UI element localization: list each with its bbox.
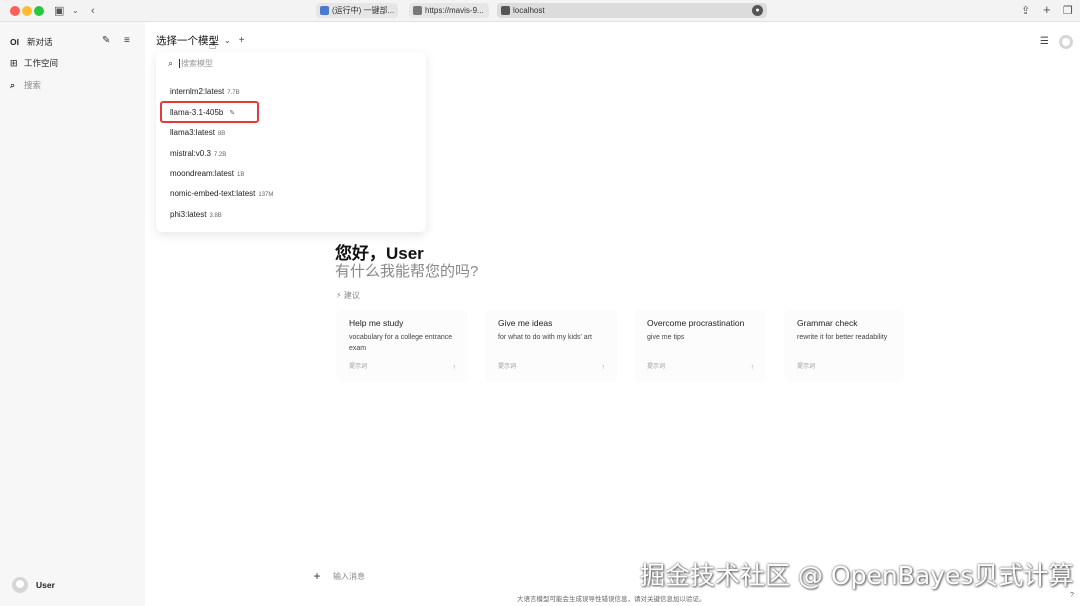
- model-option-name: internlm2:latest: [170, 87, 225, 96]
- user-name: User: [36, 580, 55, 590]
- model-option-size: 3.8B: [209, 213, 222, 219]
- back-arrow-icon[interactable]: ‹: [91, 3, 95, 19]
- tab-favicon-icon: [320, 6, 329, 15]
- avatar[interactable]: [1059, 35, 1073, 49]
- help-button[interactable]: ?: [1070, 592, 1074, 599]
- suggestion-desc: give me tips: [647, 334, 685, 341]
- tab-label: https://mavis-9...: [425, 6, 484, 15]
- watermark-text: 掘金技术社区 @ OpenBayes贝式计算: [640, 561, 1074, 590]
- chevron-down-icon: ⌄: [224, 36, 231, 45]
- model-option-size: 1B: [237, 172, 245, 178]
- tab-overview-icon[interactable]: ❐: [1063, 3, 1073, 19]
- grid-icon: ⊞: [10, 57, 18, 68]
- model-option-size: 7.2B: [213, 152, 227, 158]
- model-option-size: 8B: [217, 131, 226, 137]
- suggestion-title: Overcome procrastination: [647, 318, 745, 328]
- hand-cursor-icon: ☝: [209, 38, 217, 52]
- browser-tab[interactable]: (运行中) 一键部...: [316, 3, 398, 18]
- suggestion-footer: 提示词: [498, 364, 517, 370]
- tab-favicon-icon: [413, 6, 422, 15]
- arrow-up-icon: ↑: [750, 364, 755, 371]
- sidebar-item-label: 搜索: [24, 80, 42, 90]
- menu-icon[interactable]: ≡: [124, 35, 130, 46]
- model-option[interactable]: phi3:latest 3.8B: [170, 210, 222, 219]
- disclaimer-text: 大语言模型可能会生成误导性错误信息，请对关键信息加以验证。: [517, 596, 706, 603]
- arrow-up-icon: ↑: [601, 364, 606, 371]
- sidebar-item-workspace[interactable]: ⊞ 工作空间: [10, 55, 58, 71]
- suggestion-desc: rewrite it for better readability: [797, 334, 888, 341]
- arrow-up-icon: ↑: [452, 364, 457, 371]
- suggestion-title: Help me study: [349, 318, 404, 328]
- chevron-down-icon[interactable]: ⌄: [72, 3, 79, 19]
- search-icon: ⌕: [10, 79, 16, 90]
- model-option[interactable]: mistral:v0.3 7.2B: [170, 149, 226, 158]
- add-model-icon[interactable]: +: [239, 35, 245, 46]
- attach-plus-icon[interactable]: +: [306, 569, 328, 583]
- model-option-name: llama3:latest: [170, 128, 215, 137]
- browser-tab-active[interactable]: localhost ●: [497, 3, 767, 18]
- compose-icon[interactable]: ✎: [102, 35, 110, 46]
- tab-favicon-icon: [501, 6, 510, 15]
- share-icon[interactable]: ⇪: [1021, 3, 1030, 19]
- new-tab-icon[interactable]: +: [1043, 2, 1051, 18]
- model-option-size: 7.7B: [227, 90, 240, 96]
- sparkle-icon: ⚡: [336, 291, 342, 300]
- suggestion-footer: 提示词: [647, 364, 666, 370]
- sidebar-item-label: 工作空间: [24, 58, 59, 68]
- user-menu[interactable]: User: [12, 577, 55, 593]
- suggestion-footer: 提示词: [797, 364, 816, 370]
- suggestion-title: Grammar check: [797, 318, 858, 328]
- sidebar-item-search[interactable]: ⌕ 搜索: [10, 77, 41, 93]
- suggestion-desc: for what to do with my kids' art: [498, 334, 592, 341]
- new-chat-button[interactable]: OI 新对话: [10, 34, 53, 50]
- app-logo: OI: [10, 37, 19, 47]
- tab-label: (运行中) 一键部...: [332, 6, 395, 15]
- text-caret: [179, 59, 181, 68]
- browser-tab[interactable]: https://mavis-9...: [409, 3, 489, 18]
- site-settings-icon[interactable]: ●: [752, 5, 763, 16]
- suggestion-card[interactable]: Give me ideas for what to do with my kid…: [485, 310, 617, 382]
- model-option-name: phi3:latest: [170, 210, 207, 219]
- close-window-button[interactable]: [10, 6, 20, 16]
- suggestion-card[interactable]: Overcome procrastination give me tips 提示…: [634, 310, 766, 382]
- suggestions-label: ⚡ 建议: [336, 291, 360, 300]
- model-search-placeholder: 搜索模型: [181, 59, 214, 68]
- model-search[interactable]: ⌕ 搜索模型: [168, 58, 213, 69]
- greeting-subtitle: 有什么我能帮您的吗?: [335, 263, 479, 280]
- suggestion-desc: vocabulary for a college entrance exam: [349, 334, 453, 352]
- suggestion-card[interactable]: Grammar check rewrite it for better read…: [784, 310, 904, 382]
- browser-toolbar: ▣ ⌄ ‹ (运行中) 一键部... https://mavis-9... lo…: [0, 0, 1080, 22]
- search-icon: ⌕: [168, 58, 174, 68]
- suggestion-footer: 提示词: [349, 364, 368, 370]
- model-option-size: 137M: [258, 192, 274, 198]
- model-option[interactable]: llama3:latest 8B: [170, 128, 225, 137]
- minimize-window-button[interactable]: [22, 6, 32, 16]
- tab-label: localhost: [513, 6, 545, 15]
- avatar: [12, 577, 28, 593]
- model-option[interactable]: moondream:latest 1B: [170, 169, 244, 178]
- zoom-window-button[interactable]: [34, 6, 44, 16]
- model-dropdown: ⌕ 搜索模型 internlm2:latest 7.7B llama-3.1-40…: [156, 52, 426, 232]
- suggestion-card[interactable]: Help me study vocabulary for a college e…: [336, 310, 468, 382]
- model-option-name: moondream:latest: [170, 169, 235, 178]
- new-chat-label: 新对话: [26, 37, 53, 47]
- model-option[interactable]: nomic-embed-text:latest 137M: [170, 189, 273, 198]
- model-selector[interactable]: 选择一个模型 ⌄ +: [156, 33, 245, 48]
- model-option[interactable]: internlm2:latest 7.7B: [170, 87, 240, 96]
- suggestion-title: Give me ideas: [498, 318, 553, 328]
- model-option-name: nomic-embed-text:latest: [170, 189, 256, 198]
- sidebar-toggle-icon[interactable]: ▣: [54, 3, 64, 19]
- settings-sliders-icon[interactable]: ☰: [1040, 36, 1049, 47]
- annotation-highlight-box: [160, 101, 259, 123]
- model-option-name: mistral:v0.3: [170, 149, 211, 158]
- sidebar: OI 新对话 ✎ ≡ ⊞ 工作空间 ⌕ 搜索 User: [0, 22, 145, 606]
